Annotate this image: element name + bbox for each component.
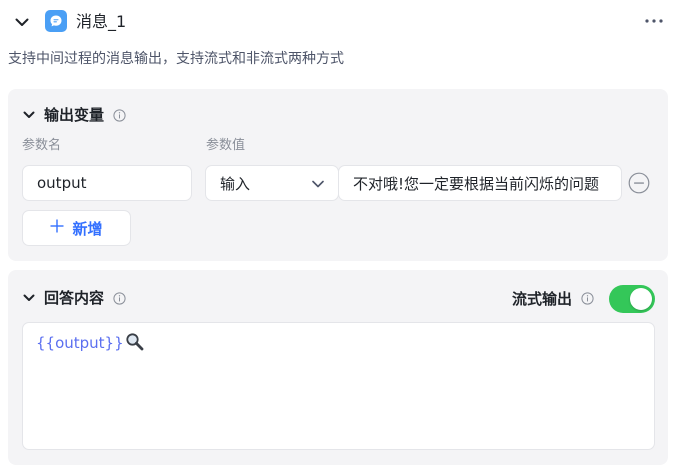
plus-icon (50, 219, 64, 237)
chat-bubble-icon (45, 10, 67, 32)
section-title: 回答内容 (44, 289, 105, 307)
info-icon[interactable] (113, 109, 126, 122)
answer-content-section: 回答内容 流式输出 {{output}} (8, 270, 668, 465)
param-value-input[interactable]: 不对哦!您一定要根据当前闪烁的问题 (338, 165, 622, 201)
answer-content-editor[interactable]: {{output}} (22, 322, 655, 450)
section-title: 输出变量 (44, 106, 105, 124)
template-variable: {{output}} (36, 334, 124, 352)
param-name-column-label: 参数名 (22, 138, 62, 153)
param-value-column-label: 参数值 (206, 138, 246, 153)
stream-output-label: 流式输出 (512, 290, 573, 308)
toggle-knob (630, 288, 652, 310)
param-name-input[interactable]: output (22, 165, 192, 201)
output-variables-section: 输出变量 参数名 参数值 output 输入 不对哦!您一定要根据当前闪烁的问题… (8, 89, 668, 261)
info-icon[interactable] (581, 292, 594, 305)
node-header: 消息_1 (0, 0, 676, 44)
node-title[interactable]: 消息_1 (76, 11, 126, 33)
param-value-text: 不对哦!您一定要根据当前闪烁的问题 (353, 174, 600, 193)
node-description: 支持中间过程的消息输出，支持流式和非流式两种方式 (8, 51, 344, 67)
more-options-icon[interactable] (641, 10, 667, 32)
add-param-button[interactable]: 新增 (22, 210, 131, 246)
param-type-select[interactable]: 输入 (205, 165, 339, 201)
chevron-down-icon[interactable] (12, 12, 32, 32)
chevron-down-icon[interactable] (21, 107, 37, 123)
stream-output-toggle[interactable] (609, 285, 655, 313)
remove-param-icon[interactable] (628, 172, 650, 194)
magnifier-icon (125, 332, 144, 356)
chevron-down-icon (312, 174, 324, 192)
chevron-down-icon[interactable] (21, 290, 37, 306)
add-param-label: 新增 (72, 219, 103, 238)
param-name-value: output (37, 174, 87, 192)
info-icon[interactable] (113, 292, 126, 305)
param-type-value: 输入 (220, 174, 251, 193)
